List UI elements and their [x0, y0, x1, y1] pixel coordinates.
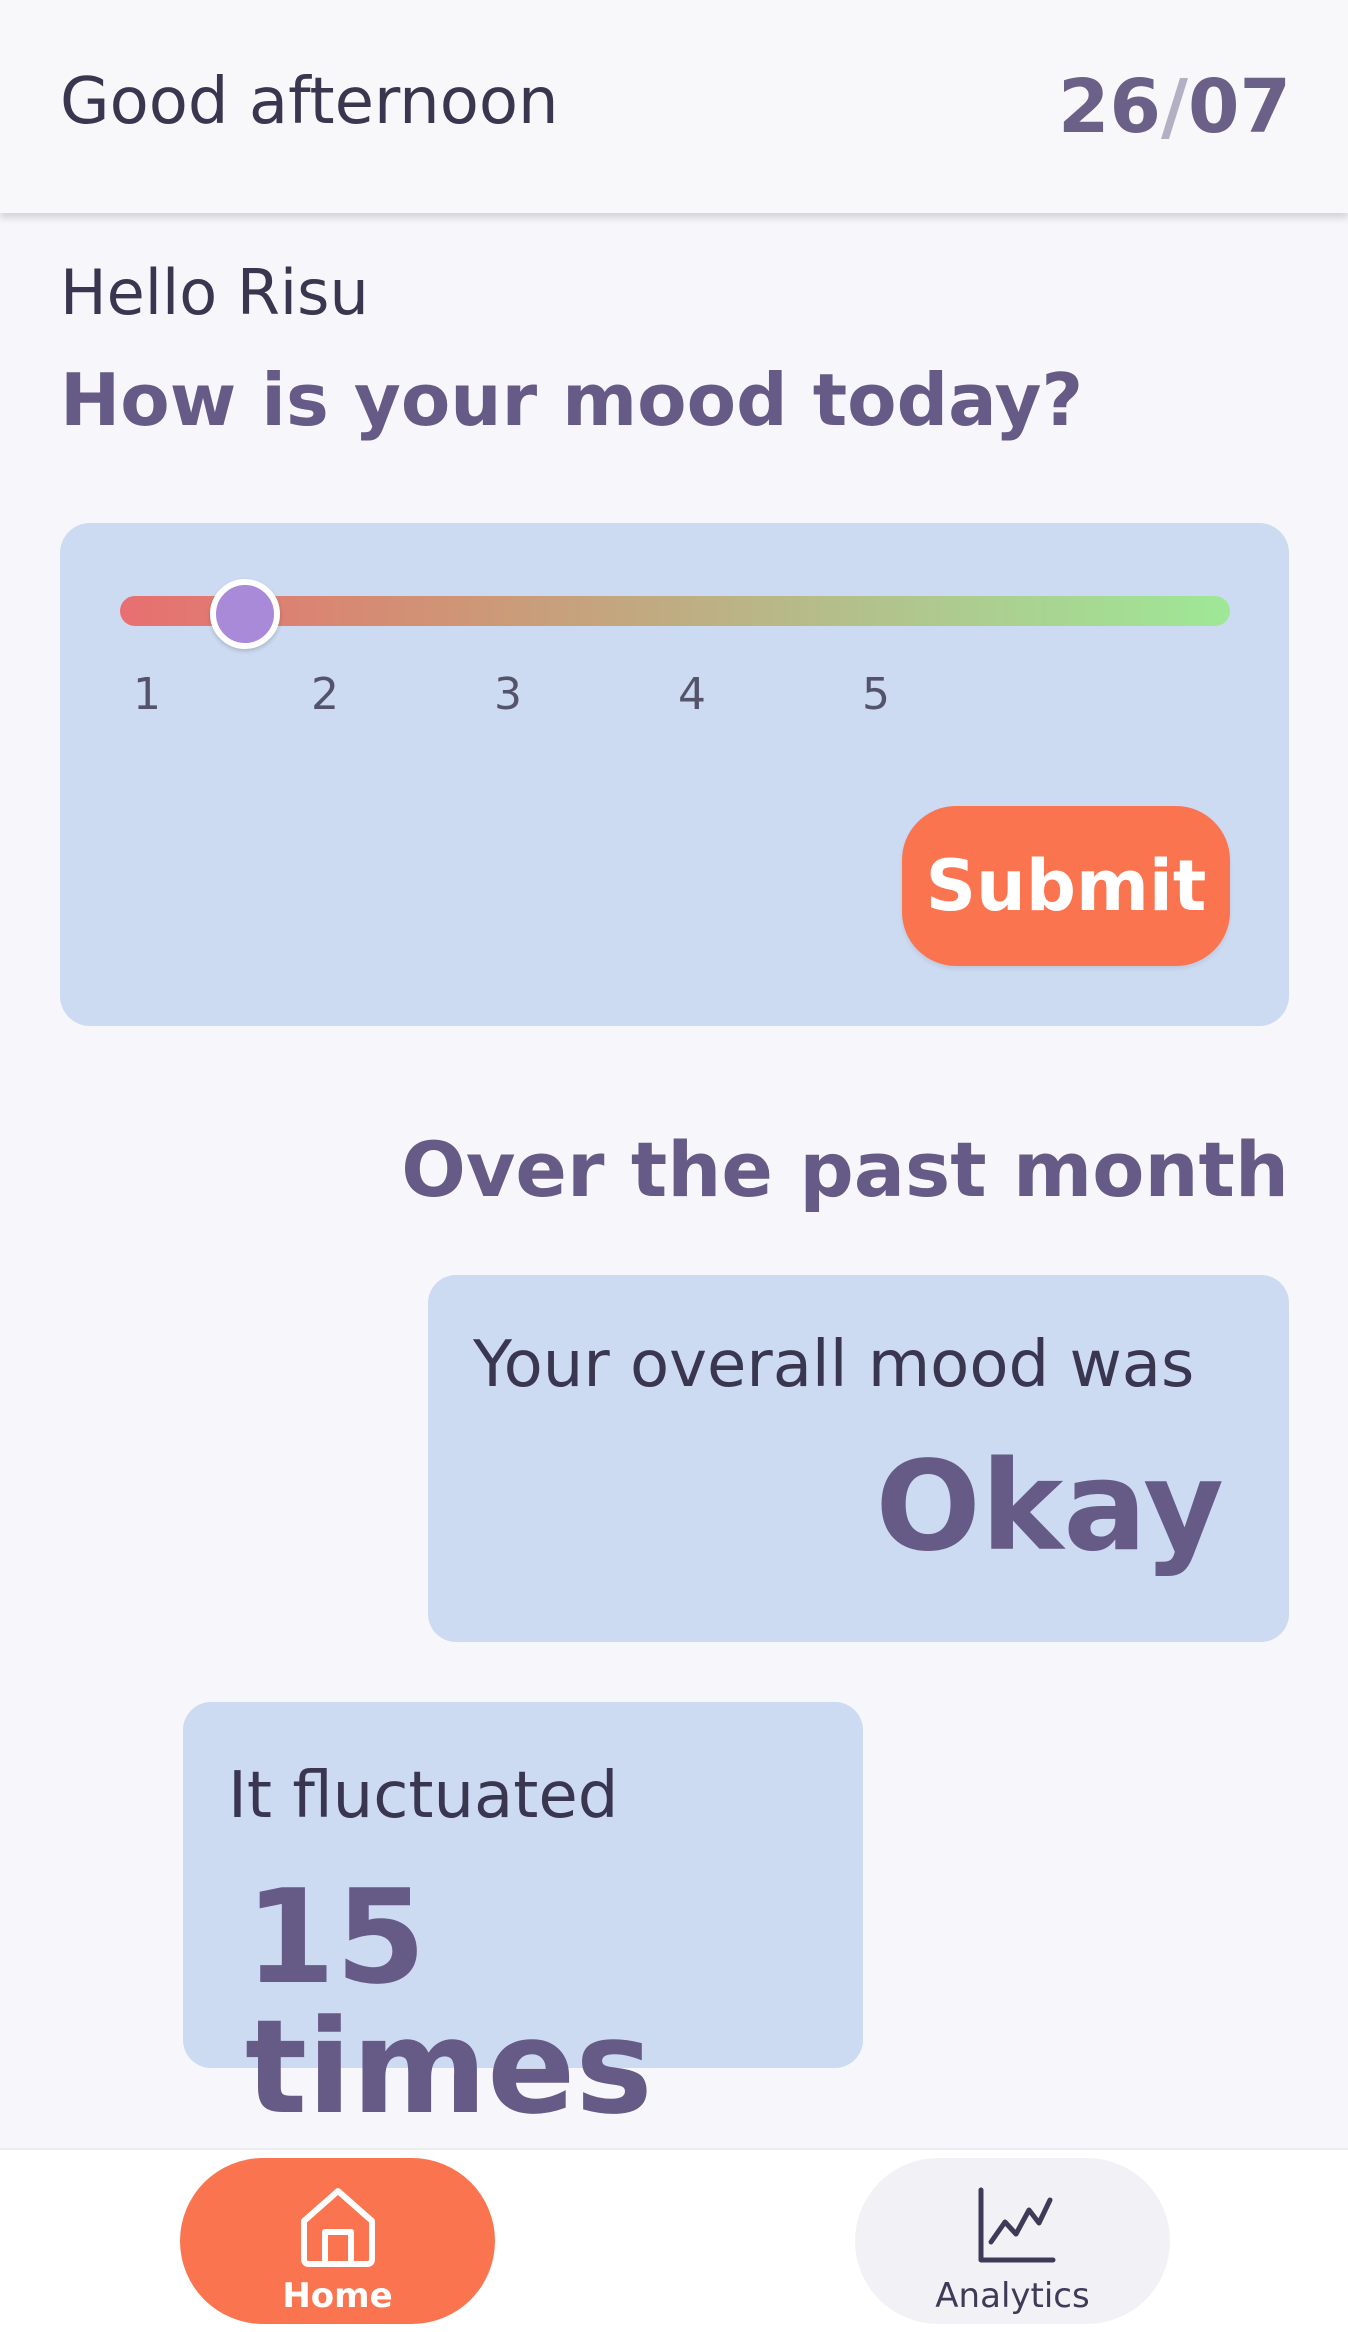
slider-tick-5: 5: [862, 669, 890, 720]
date-month: 07: [1188, 64, 1291, 150]
nav-analytics-button[interactable]: Analytics: [855, 2158, 1170, 2324]
mood-question: How is your mood today?: [60, 358, 1084, 442]
mood-slider-track[interactable]: [120, 596, 1230, 626]
fluctuation-card: It fluctuated 15 times: [183, 1702, 863, 2132]
mood-slider-thumb[interactable]: [210, 579, 280, 649]
date-display: 26/07: [1058, 70, 1291, 144]
bottom-navigation: Home Analytics: [0, 2148, 1348, 2332]
slider-tick-3: 3: [494, 669, 522, 720]
date-separator: /: [1160, 64, 1189, 150]
home-icon: [300, 2188, 375, 2267]
nav-home-label: Home: [282, 2276, 393, 2316]
fluctuation-value: 15 times: [245, 1861, 653, 2143]
user-greeting: Hello Risu: [60, 256, 369, 329]
slider-tick-2: 2: [311, 669, 339, 720]
overall-mood-value: Okay: [875, 1435, 1224, 1579]
slider-tick-1: 1: [133, 669, 161, 720]
overall-mood-card: Your overall mood was Okay: [428, 1275, 1289, 1642]
past-month-heading: Over the past month: [401, 1125, 1289, 1214]
nav-home-button[interactable]: Home: [180, 2158, 495, 2324]
greeting-title: Good afternoon: [60, 65, 559, 139]
submit-button[interactable]: Submit: [902, 806, 1230, 966]
date-day: 26: [1058, 64, 1161, 150]
nav-analytics-label: Analytics: [935, 2276, 1090, 2316]
analytics-chart-icon: [978, 2187, 1055, 2263]
slider-tick-4: 4: [678, 669, 706, 720]
mood-input-card: 1 2 3 4 5 Submit: [60, 523, 1289, 1026]
overall-mood-label: Your overall mood was: [473, 1328, 1195, 1402]
fluctuation-label: It fluctuated: [228, 1759, 619, 1833]
app-header: Good afternoon 26/07: [0, 0, 1348, 213]
